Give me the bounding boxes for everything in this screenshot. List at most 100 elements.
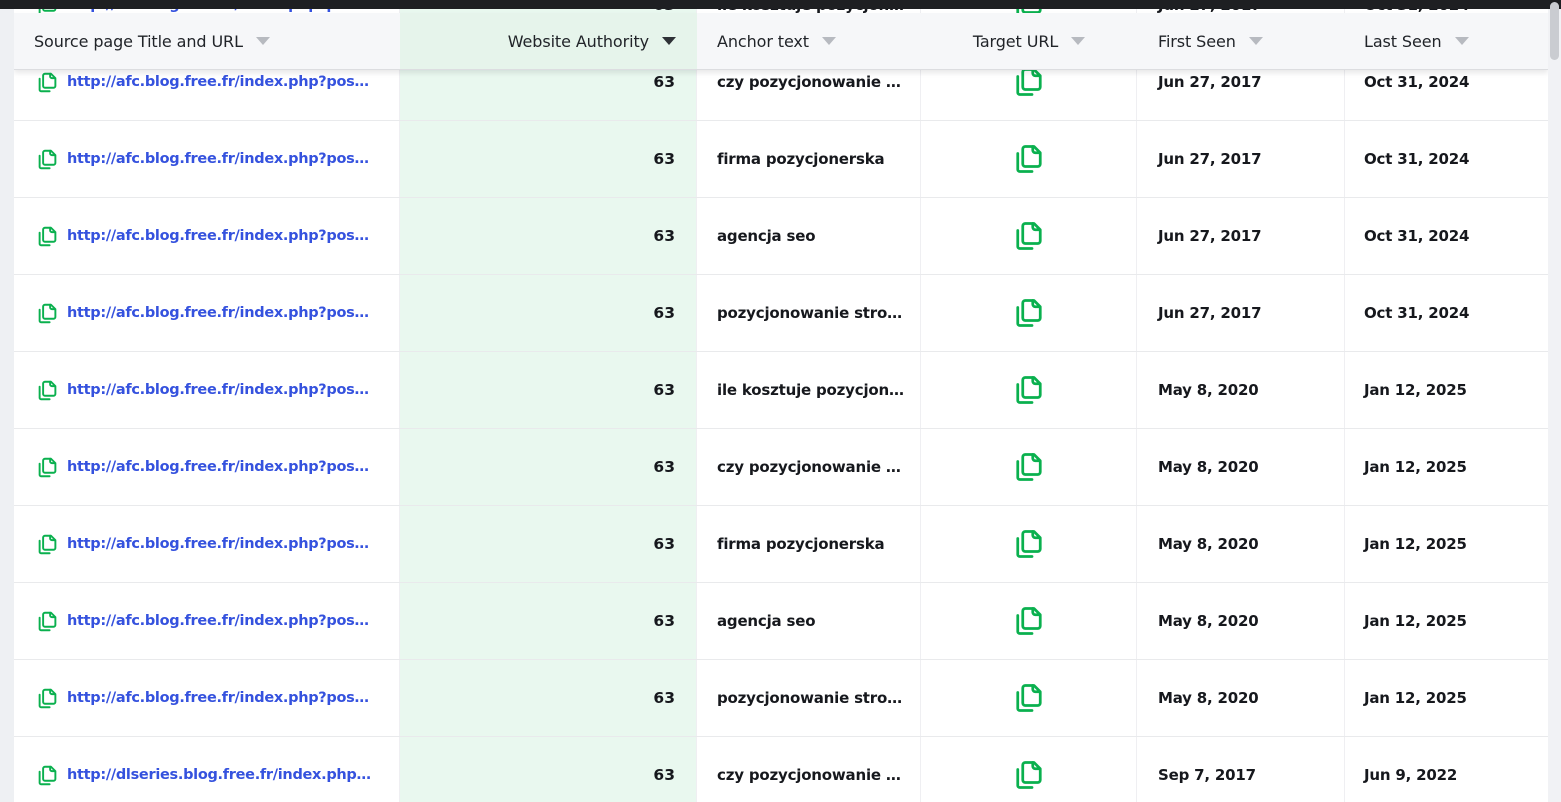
column-header-first-seen[interactable]: First Seen bbox=[1137, 13, 1345, 69]
table-row: http://afc.blog.free.fr/index.php?pos… 6… bbox=[14, 429, 1548, 506]
target-url-copy-icon[interactable] bbox=[1014, 452, 1044, 482]
last-seen-cell: Jan 12, 2025 bbox=[1345, 429, 1548, 505]
source-url-link[interactable]: http://dlseries.blog.free.fr/index.php… bbox=[67, 767, 371, 783]
anchor-text: czy pozycjonowanie … bbox=[717, 73, 901, 91]
source-url-link[interactable]: http://afc.blog.free.fr/index.php?pos… bbox=[67, 382, 369, 398]
last-seen-cell: Oct 31, 2024 bbox=[1345, 198, 1548, 274]
target-url-cell bbox=[921, 660, 1137, 736]
target-url-copy-icon[interactable] bbox=[1014, 683, 1044, 713]
target-url-cell bbox=[921, 275, 1137, 351]
source-url-link[interactable]: http://afc.blog.free.fr/index.php?pos… bbox=[67, 613, 369, 629]
table-row: http://afc.blog.free.fr/index.php?pos… 6… bbox=[14, 198, 1548, 275]
copy-icon[interactable] bbox=[37, 72, 58, 93]
source-url-link[interactable]: http://afc.blog.free.fr/index.php?pos… bbox=[67, 228, 369, 244]
vertical-scrollbar[interactable] bbox=[1548, 0, 1561, 802]
copy-icon[interactable] bbox=[37, 688, 58, 709]
last-seen-date: Oct 31, 2024 bbox=[1364, 73, 1469, 91]
target-url-copy-icon[interactable] bbox=[1014, 221, 1044, 251]
copy-icon[interactable] bbox=[37, 765, 58, 786]
website-authority-value: 63 bbox=[653, 381, 675, 399]
source-url-link[interactable]: http://afc.blog.free.fr/index.php?pos… bbox=[67, 74, 369, 90]
table-row: http://afc.blog.free.fr/index.php?pos… 6… bbox=[14, 352, 1548, 429]
sort-caret-icon bbox=[662, 37, 676, 45]
table-header: Source page Title and URL Website Author… bbox=[14, 13, 1548, 70]
sort-caret-icon bbox=[1455, 37, 1469, 45]
sort-caret-icon bbox=[1249, 37, 1263, 45]
anchor-text-cell: firma pozycjonerska bbox=[697, 506, 921, 582]
source-url-link[interactable]: http://afc.blog.free.fr/index.php?pos… bbox=[67, 536, 369, 552]
column-header-target-url[interactable]: Target URL bbox=[921, 13, 1137, 69]
copy-icon[interactable] bbox=[37, 149, 58, 170]
anchor-text: czy pozycjonowanie … bbox=[717, 458, 901, 476]
source-url-cell: http://afc.blog.free.fr/index.php?pos… bbox=[14, 275, 400, 351]
copy-icon[interactable] bbox=[37, 457, 58, 478]
anchor-text-cell: pozycjonowanie stro… bbox=[697, 275, 921, 351]
table-row: http://afc.blog.free.fr/index.php?pos… 6… bbox=[14, 506, 1548, 583]
source-url-link[interactable]: http://afc.blog.free.fr/index.php?pos… bbox=[67, 151, 369, 167]
table-row: http://afc.blog.free.fr/index.php?pos… 6… bbox=[14, 121, 1548, 198]
anchor-text-cell: czy pozycjonowanie … bbox=[697, 429, 921, 505]
website-authority-cell: 63 bbox=[400, 352, 697, 428]
website-authority-value: 63 bbox=[653, 535, 675, 553]
copy-icon[interactable] bbox=[37, 380, 58, 401]
first-seen-cell: Jun 27, 2017 bbox=[1137, 275, 1345, 351]
website-authority-value: 63 bbox=[653, 458, 675, 476]
backlinks-table: http://afc.blog.free.fr/index.php?pos… 6… bbox=[14, 0, 1548, 802]
anchor-text: ile kosztuje pozycjon… bbox=[717, 381, 904, 399]
anchor-text: czy pozycjonowanie … bbox=[717, 766, 901, 784]
column-header-source-url[interactable]: Source page Title and URL bbox=[14, 13, 400, 69]
first-seen-cell: May 8, 2020 bbox=[1137, 583, 1345, 659]
first-seen-date: May 8, 2020 bbox=[1158, 458, 1259, 476]
target-url-copy-icon[interactable] bbox=[1014, 760, 1044, 790]
first-seen-cell: Jun 27, 2017 bbox=[1137, 121, 1345, 197]
anchor-text-cell: pozycjonowanie stro… bbox=[697, 660, 921, 736]
anchor-text: firma pozycjonerska bbox=[717, 150, 884, 168]
column-header-last-seen[interactable]: Last Seen bbox=[1345, 13, 1548, 69]
last-seen-date: Jun 9, 2022 bbox=[1364, 766, 1457, 784]
column-header-website-authority[interactable]: Website Authority bbox=[400, 13, 697, 69]
website-authority-cell: 63 bbox=[400, 737, 697, 802]
sort-caret-icon bbox=[1071, 37, 1085, 45]
last-seen-cell: Jan 12, 2025 bbox=[1345, 583, 1548, 659]
target-url-copy-icon[interactable] bbox=[1014, 144, 1044, 174]
column-header-label: Last Seen bbox=[1364, 32, 1442, 51]
copy-icon[interactable] bbox=[37, 303, 58, 324]
target-url-copy-icon[interactable] bbox=[1014, 529, 1044, 559]
first-seen-cell: May 8, 2020 bbox=[1137, 429, 1345, 505]
anchor-text-cell: czy pozycjonowanie … bbox=[697, 737, 921, 802]
copy-icon[interactable] bbox=[37, 534, 58, 555]
source-url-link[interactable]: http://afc.blog.free.fr/index.php?pos… bbox=[67, 305, 369, 321]
website-authority-value: 63 bbox=[653, 304, 675, 322]
last-seen-date: Oct 31, 2024 bbox=[1364, 150, 1469, 168]
anchor-text: agencja seo bbox=[717, 227, 815, 245]
copy-icon[interactable] bbox=[37, 611, 58, 632]
first-seen-date: Jun 27, 2017 bbox=[1158, 304, 1261, 322]
left-gutter bbox=[0, 0, 14, 802]
target-url-copy-icon[interactable] bbox=[1014, 375, 1044, 405]
anchor-text-cell: ile kosztuje pozycjon… bbox=[697, 352, 921, 428]
table-row: http://afc.blog.free.fr/index.php?pos… 6… bbox=[14, 583, 1548, 660]
website-authority-value: 63 bbox=[653, 227, 675, 245]
first-seen-date: May 8, 2020 bbox=[1158, 381, 1259, 399]
scrollbar-thumb[interactable] bbox=[1550, 2, 1559, 60]
target-url-cell bbox=[921, 352, 1137, 428]
source-url-link[interactable]: http://afc.blog.free.fr/index.php?pos… bbox=[67, 459, 369, 475]
top-black-bar bbox=[0, 0, 1561, 9]
source-url-link[interactable]: http://afc.blog.free.fr/index.php?pos… bbox=[67, 690, 369, 706]
last-seen-date: Oct 31, 2024 bbox=[1364, 304, 1469, 322]
column-header-label: First Seen bbox=[1158, 32, 1236, 51]
first-seen-cell: May 8, 2020 bbox=[1137, 506, 1345, 582]
last-seen-date: Jan 12, 2025 bbox=[1364, 381, 1467, 399]
first-seen-date: Jun 27, 2017 bbox=[1158, 227, 1261, 245]
target-url-copy-icon[interactable] bbox=[1014, 67, 1044, 97]
last-seen-date: Jan 12, 2025 bbox=[1364, 535, 1467, 553]
column-header-anchor-text[interactable]: Anchor text bbox=[697, 13, 921, 69]
copy-icon[interactable] bbox=[37, 226, 58, 247]
target-url-cell bbox=[921, 121, 1137, 197]
target-url-copy-icon[interactable] bbox=[1014, 606, 1044, 636]
last-seen-cell: Jun 9, 2022 bbox=[1345, 737, 1548, 802]
sort-caret-icon bbox=[822, 37, 836, 45]
target-url-copy-icon[interactable] bbox=[1014, 298, 1044, 328]
column-header-label: Target URL bbox=[973, 32, 1058, 51]
column-header-label: Website Authority bbox=[508, 32, 649, 51]
